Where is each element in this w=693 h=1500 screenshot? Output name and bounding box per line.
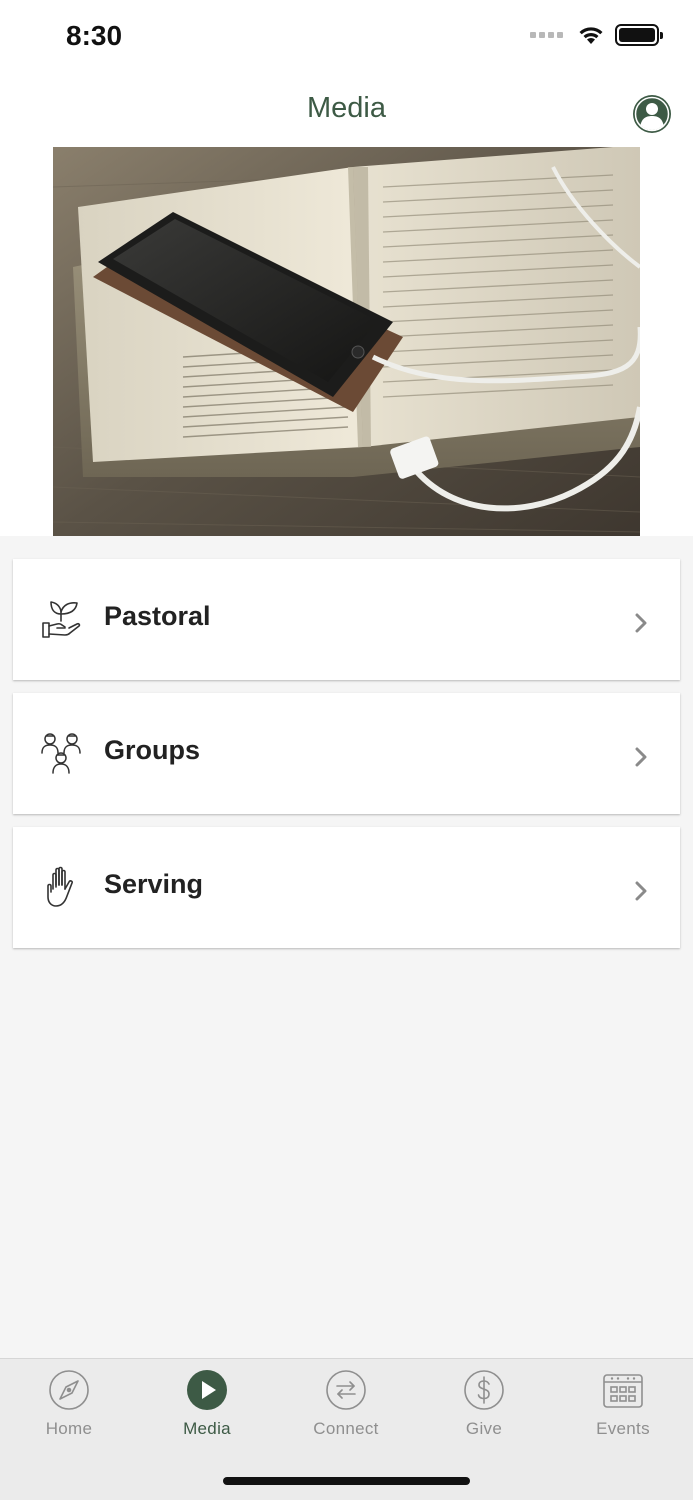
chevron-right-icon	[635, 881, 647, 901]
hand-plant-icon	[42, 601, 81, 638]
tab-media[interactable]: Media	[138, 1369, 276, 1459]
battery-icon	[615, 24, 663, 46]
home-indicator	[223, 1477, 470, 1485]
tab-connect[interactable]: Connect	[277, 1369, 415, 1459]
profile-button[interactable]	[632, 94, 672, 134]
compass-icon	[49, 1370, 89, 1410]
tab-events[interactable]: Events	[554, 1369, 692, 1459]
cellular-signal-icon	[530, 32, 563, 38]
tab-label: Events	[596, 1419, 650, 1438]
dollar-icon	[464, 1370, 504, 1410]
tab-give[interactable]: Give	[415, 1369, 553, 1459]
tab-label: Home	[45, 1419, 93, 1438]
chevron-right-icon	[635, 747, 647, 767]
list-item-serving[interactable]: Serving	[13, 827, 680, 948]
list-item-groups[interactable]: Groups	[13, 693, 680, 814]
calendar-icon	[603, 1374, 643, 1408]
tab-label: Give	[465, 1419, 503, 1438]
hero-image	[53, 147, 640, 536]
page-title: Media	[307, 92, 386, 124]
list-item-label: Serving	[104, 869, 204, 899]
raised-hand-icon	[47, 866, 73, 907]
list-item-label: Groups	[104, 735, 201, 765]
nav-header: Media	[0, 80, 693, 148]
tab-label: Media	[183, 1419, 231, 1438]
status-time: 8:30	[66, 20, 123, 51]
exchange-arrows-icon	[326, 1370, 366, 1410]
tab-home[interactable]: Home	[0, 1369, 138, 1459]
tab-label: Connect	[313, 1419, 379, 1438]
play-icon	[187, 1370, 227, 1410]
wifi-icon	[579, 27, 603, 44]
list-item-label: Pastoral	[104, 601, 211, 631]
status-icons	[530, 24, 663, 46]
hero-section	[0, 147, 693, 536]
user-avatar-icon	[633, 95, 671, 133]
status-bar: 8:30	[0, 0, 693, 80]
media-category-list: Pastoral Groups Serving	[13, 559, 680, 961]
chevron-right-icon	[635, 613, 647, 633]
group-people-icon	[41, 733, 81, 774]
list-item-pastoral[interactable]: Pastoral	[13, 559, 680, 680]
